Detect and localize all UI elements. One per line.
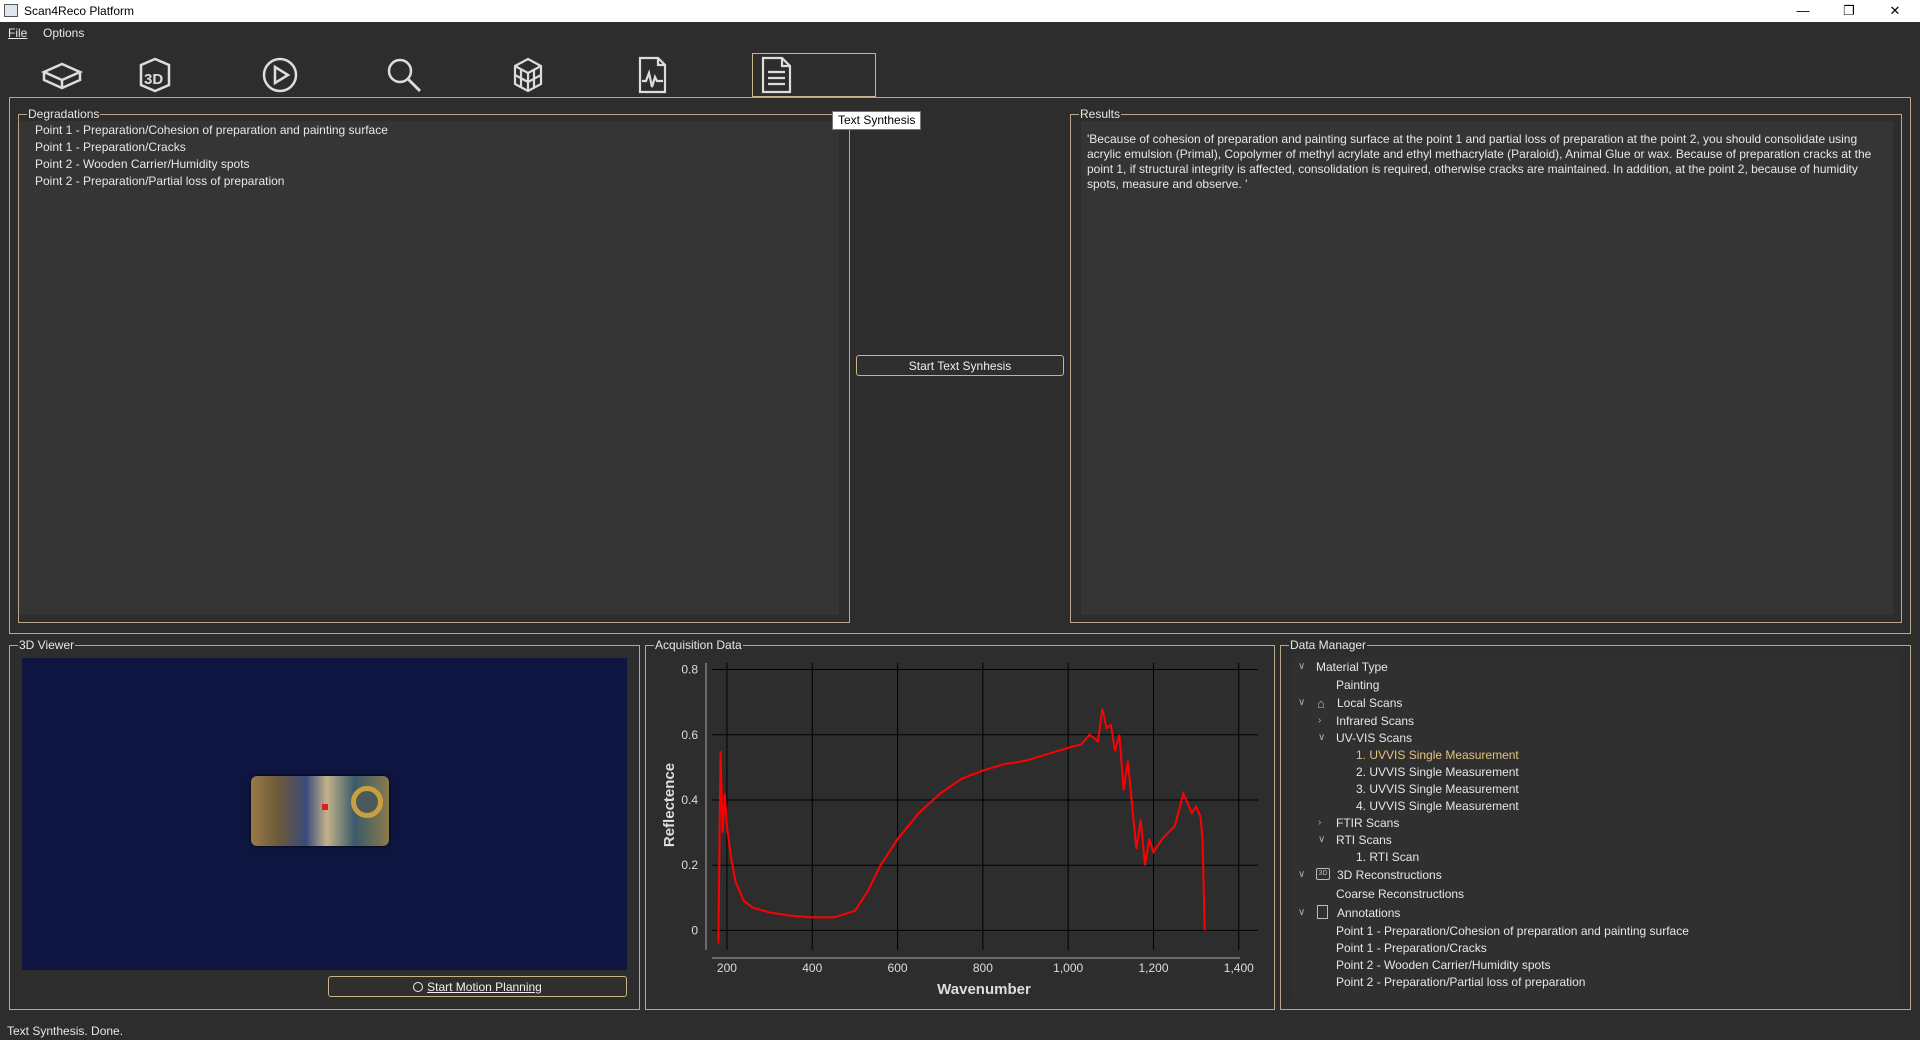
tree-annotation-item[interactable]: Point 2 - Preparation/Partial loss of pr… xyxy=(1336,975,1585,989)
tree-local-scans[interactable]: Local Scans xyxy=(1337,696,1402,710)
x-tick-label: 600 xyxy=(888,961,908,975)
tree-annotation-item[interactable]: Point 2 - Wooden Carrier/Humidity spots xyxy=(1336,958,1551,972)
cube-grid-icon xyxy=(513,57,543,93)
tree-3d-reconstructions[interactable]: 3D Reconstructions xyxy=(1337,868,1442,882)
menu-options[interactable]: Options xyxy=(43,26,84,40)
expand-icon[interactable]: ∨ xyxy=(1298,697,1305,708)
expand-icon[interactable]: ∨ xyxy=(1318,732,1325,743)
minimize-button[interactable]: — xyxy=(1780,0,1826,22)
tree-uvvis-item[interactable]: 3. UVVIS Single Measurement xyxy=(1356,782,1519,796)
tree-material-type[interactable]: Material Type xyxy=(1316,660,1388,674)
tree-uvvis-scans[interactable]: UV-VIS Scans xyxy=(1336,731,1412,745)
chart-document-icon xyxy=(638,56,667,94)
tooltip: Text Synthesis xyxy=(832,111,922,130)
tree-coarse-reconstructions[interactable]: Coarse Reconstructions xyxy=(1336,887,1464,901)
degradations-list[interactable]: Point 1 - Preparation/Cohesion of prepar… xyxy=(19,121,839,615)
x-tick-label: 1,400 xyxy=(1224,961,1254,975)
menu-bar: File Options xyxy=(0,22,1920,44)
halo-shape xyxy=(351,786,383,818)
toolbar-button-search[interactable] xyxy=(342,53,466,97)
toolbar-button-cube-grid[interactable] xyxy=(466,53,590,97)
toolbar-button-chart[interactable] xyxy=(590,53,714,97)
expand-icon[interactable]: ∨ xyxy=(1298,661,1305,672)
tree-rti-item[interactable]: 1. RTI Scan xyxy=(1356,850,1419,864)
annotation-document-icon xyxy=(1317,905,1328,919)
reflectance-line xyxy=(717,708,1206,944)
y-tick-label: 0.4 xyxy=(681,793,698,807)
point-marker xyxy=(322,804,328,810)
tree-ftir-scans[interactable]: FTIR Scans xyxy=(1336,816,1399,830)
acquisition-label: Acquisition Data xyxy=(654,638,743,652)
viewer-label: 3D Viewer xyxy=(18,638,76,652)
x-tick-label: 800 xyxy=(973,961,993,975)
tree-uvvis-item[interactable]: 4. UVVIS Single Measurement xyxy=(1356,799,1519,813)
home-icon: ⌂ xyxy=(1317,696,1325,711)
degradations-panel: Degradations Point 1 - Preparation/Cohes… xyxy=(18,107,850,623)
x-tick-label: 1,200 xyxy=(1138,961,1168,975)
window-title: Scan4Reco Platform xyxy=(24,4,135,18)
close-button[interactable]: ✕ xyxy=(1872,0,1918,22)
results-text: 'Because of cohesion of preparation and … xyxy=(1087,132,1872,191)
degradations-label: Degradations xyxy=(27,107,101,121)
list-item[interactable]: Point 1 - Preparation/Cracks xyxy=(35,140,186,154)
tree-rti-scans[interactable]: RTI Scans xyxy=(1336,833,1392,847)
search-icon xyxy=(387,58,422,93)
tree-uvvis-item[interactable]: 2. UVVIS Single Measurement xyxy=(1356,765,1519,779)
menu-file[interactable]: File xyxy=(8,26,27,40)
results-text-area[interactable] xyxy=(1081,121,1893,615)
start-text-synthesis-button[interactable]: Start Text Synhesis xyxy=(856,355,1064,376)
text-document-icon xyxy=(761,56,792,94)
tree-painting[interactable]: Painting xyxy=(1336,678,1379,692)
status-bar-text: Text Synthesis. Done. xyxy=(7,1024,124,1038)
tree-uvvis-item[interactable]: 1. UVVIS Single Measurement xyxy=(1356,748,1519,762)
list-item[interactable]: Point 1 - Preparation/Cohesion of prepar… xyxy=(35,123,388,137)
3d-reconstruction-icon: 3D xyxy=(1316,868,1330,880)
tree-annotation-item[interactable]: Point 1 - Preparation/Cracks xyxy=(1336,941,1487,955)
collapse-icon[interactable]: › xyxy=(1318,715,1321,726)
tree-annotation-item[interactable]: Point 1 - Preparation/Cohesion of prepar… xyxy=(1336,924,1689,938)
expand-icon[interactable]: ∨ xyxy=(1298,907,1305,918)
expand-icon[interactable]: ∨ xyxy=(1318,834,1325,845)
x-tick-label: 400 xyxy=(802,961,822,975)
list-item[interactable]: Point 2 - Preparation/Partial loss of pr… xyxy=(35,174,284,188)
list-item[interactable]: Point 2 - Wooden Carrier/Humidity spots xyxy=(35,157,250,171)
start-motion-planning-button[interactable]: Start Motion Planning xyxy=(328,976,627,997)
y-tick-label: 0.2 xyxy=(681,858,698,872)
toolbar-button-motion[interactable] xyxy=(218,53,342,97)
toolbar-button-3d[interactable]: 3D xyxy=(93,53,217,97)
tree-infrared-scans[interactable]: Infrared Scans xyxy=(1336,714,1414,728)
3d-icon: 3D xyxy=(139,57,171,93)
collapse-icon[interactable]: › xyxy=(1318,817,1321,828)
chart-grid xyxy=(712,663,1258,950)
y-tick-label: 0.6 xyxy=(681,728,698,742)
title-bar: Scan4Reco Platform — ❐ ✕ xyxy=(0,0,1920,22)
y-tick-label: 0.8 xyxy=(681,663,698,677)
x-tick-label: 200 xyxy=(717,961,737,975)
tree-annotations[interactable]: Annotations xyxy=(1337,906,1400,920)
y-axis-label: Reflectence xyxy=(661,763,678,847)
y-tick-label: 0 xyxy=(691,923,698,937)
3d-viewport[interactable] xyxy=(22,658,627,970)
target-icon xyxy=(413,982,424,992)
svg-text:3D: 3D xyxy=(144,71,163,88)
x-tick-label: 1,000 xyxy=(1053,961,1083,975)
expand-icon[interactable]: ∨ xyxy=(1298,869,1305,880)
reflectance-chart[interactable]: 200 400 600 800 1,000 1,200 1,400 0 0.2 0.4 0.6 0.8… xyxy=(650,655,1270,1005)
app-icon xyxy=(4,4,18,17)
x-axis-label: Wavenumber xyxy=(937,981,1031,998)
toolbar-button-text-synthesis[interactable] xyxy=(752,53,876,97)
start-motion-label: Start Motion Planning xyxy=(427,980,542,994)
restore-button[interactable]: ❐ xyxy=(1826,0,1872,22)
play-circle-icon xyxy=(262,57,298,93)
box-icon xyxy=(40,62,84,90)
data-manager-label: Data Manager xyxy=(1289,638,1368,652)
results-label: Results xyxy=(1079,107,1122,121)
